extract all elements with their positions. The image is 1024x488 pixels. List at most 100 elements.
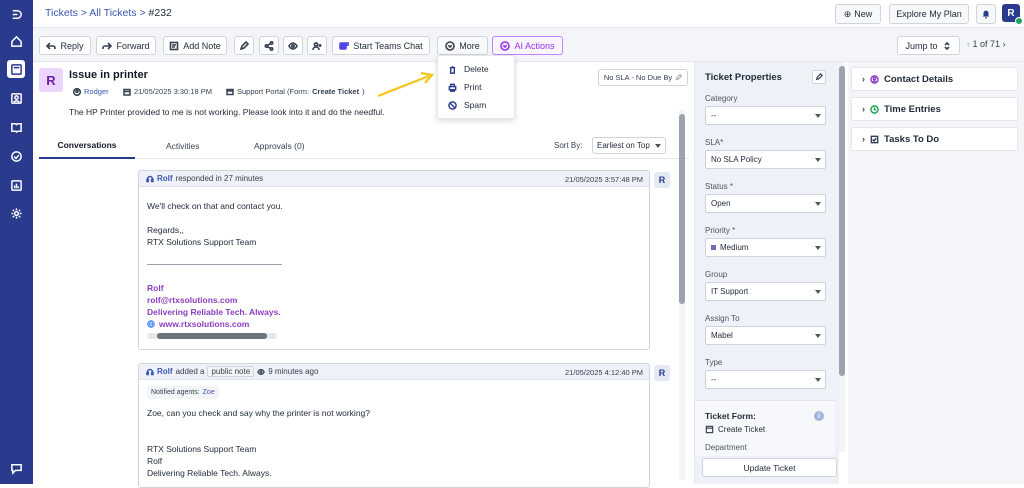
notified-agents: Notified agents: Zoe — [147, 386, 219, 399]
printer-icon — [448, 83, 457, 92]
tab-conversations[interactable]: Conversations — [39, 132, 135, 159]
type-value: -- — [711, 375, 717, 384]
source-text: Support Portal (Form: — [237, 87, 310, 96]
edit-button[interactable] — [234, 36, 254, 55]
contacts-icon[interactable] — [7, 89, 25, 107]
priority-value: Medium — [720, 243, 749, 252]
properties-scrollbar-thumb[interactable] — [839, 66, 845, 376]
tab-approvals[interactable]: Approvals (0) — [254, 132, 305, 159]
ticket-description: The HP Printer provided to me is not wor… — [69, 107, 385, 117]
menu-item-print[interactable]: Print — [448, 80, 481, 94]
notified-label: Notified agents: — [151, 389, 200, 396]
start-teams-chat-button[interactable]: Start Teams Chat — [332, 36, 430, 55]
logo-icon[interactable] — [7, 5, 25, 23]
ai-actions-label: AI Actions — [514, 40, 555, 51]
home-icon[interactable] — [7, 32, 25, 50]
conversation-action: responded in 27 minutes — [175, 174, 264, 183]
priority-color-icon — [711, 245, 716, 250]
requester-avatar: R — [39, 68, 63, 92]
accordion-contact-details[interactable]: › Contact Details — [851, 67, 1018, 91]
reports-icon[interactable] — [7, 176, 25, 194]
priority-select[interactable]: Medium — [705, 238, 826, 257]
agent-avatar: R — [654, 365, 670, 381]
sla-badge[interactable]: No SLA - No Due By — [598, 69, 688, 86]
forward-button[interactable]: Forward — [96, 36, 156, 55]
caret-down-icon — [655, 144, 661, 148]
calendar-icon — [123, 88, 131, 96]
breadcrumb-separator: > — [80, 7, 87, 19]
update-ticket-button[interactable]: Update Ticket — [702, 458, 837, 477]
group-select[interactable]: IT Support — [705, 282, 826, 301]
jump-to-button[interactable]: Jump to — [897, 36, 960, 55]
accordion-tasks-to-do[interactable]: › Tasks To Do — [851, 127, 1018, 151]
user-avatar[interactable]: R — [1002, 4, 1023, 25]
notified-agent[interactable]: Zoe — [203, 389, 215, 396]
properties-scrollbar[interactable] — [839, 62, 845, 452]
created-meta: 21/05/2025 3:30:18 PM — [123, 87, 212, 96]
add-note-label: Add Note — [183, 40, 221, 51]
conversation-author[interactable]: Rolf — [157, 367, 173, 376]
notifications-button[interactable] — [976, 4, 996, 24]
conversation-time: 21/05/2025 4:12:40 PM — [565, 368, 643, 377]
ai-actions-button[interactable]: AI Actions — [492, 36, 563, 55]
more-button[interactable]: More — [437, 36, 488, 55]
add-user-icon — [312, 41, 322, 50]
breadcrumb-tickets[interactable]: Tickets — [45, 7, 78, 19]
reply-button[interactable]: Reply — [39, 36, 91, 55]
conversation-author[interactable]: Rolf — [157, 174, 173, 183]
category-select[interactable]: -- — [705, 106, 826, 125]
eye-icon — [257, 368, 266, 375]
menu-item-delete[interactable]: Delete — [448, 62, 489, 76]
form-icon — [705, 425, 714, 434]
tab-activities[interactable]: Activities — [166, 132, 200, 159]
field-label: Priority * — [705, 226, 736, 235]
chevron-right-icon: › — [862, 74, 865, 84]
edit-properties-button[interactable] — [812, 70, 826, 84]
knowledge-base-icon[interactable] — [7, 118, 25, 136]
next-ticket-icon[interactable]: › — [1003, 39, 1006, 49]
agent-avatar: R — [654, 172, 670, 188]
breadcrumb-all-tickets[interactable]: All Tickets — [89, 7, 136, 19]
horizontal-scrollbar-thumb[interactable] — [157, 333, 267, 339]
horizontal-scrollbar[interactable] — [147, 333, 277, 339]
prev-ticket-icon[interactable]: ‹ — [967, 39, 970, 49]
assign-to-select[interactable]: Mabel — [705, 326, 826, 345]
tickets-icon[interactable] — [7, 60, 25, 78]
headset-icon — [146, 368, 154, 375]
requester-name[interactable]: Rodger — [84, 87, 109, 96]
signature-email[interactable]: rolf@rtxsolutions.com — [147, 295, 237, 305]
plus-circle-icon: ⊕ — [843, 8, 852, 19]
main-vertical-scrollbar[interactable] — [679, 110, 685, 480]
signature-name: Rolf — [147, 283, 164, 293]
requester-meta[interactable]: Rodger — [73, 87, 109, 96]
signature-website[interactable]: www.rtxsolutions.com — [147, 319, 249, 329]
accordion-time-entries[interactable]: › Time Entries — [851, 97, 1018, 121]
pager-count: 1 of 71 — [972, 39, 1001, 49]
new-button[interactable]: ⊕ New — [835, 4, 881, 24]
sla-value: No SLA Policy — [711, 155, 762, 164]
settings-icon[interactable] — [7, 204, 25, 222]
conversation-header: Rolf added a public note 9 minutes ago 2… — [139, 364, 649, 380]
sla-select[interactable]: No SLA Policy — [705, 150, 826, 169]
note-icon — [169, 41, 179, 50]
add-user-button[interactable] — [307, 36, 327, 55]
ai-sparkle-icon — [500, 40, 511, 51]
menu-item-spam[interactable]: Spam — [448, 98, 486, 112]
main-scrollbar-thumb[interactable] — [679, 114, 685, 304]
type-select[interactable]: -- — [705, 370, 826, 389]
block-icon — [448, 100, 457, 110]
tasks-icon[interactable] — [7, 147, 25, 165]
message-line: Zoe, can you check and say why the print… — [147, 408, 371, 418]
sort-select[interactable]: Earliest on Top — [592, 137, 666, 154]
conversation-card: Rolf responded in 27 minutes 21/05/2025 … — [138, 170, 650, 350]
ticket-form-value: Create Ticket — [705, 425, 765, 434]
add-note-button[interactable]: Add Note — [163, 36, 227, 55]
chat-icon[interactable] — [7, 459, 25, 477]
forward-label: Forward — [116, 40, 150, 51]
explore-plan-button[interactable]: Explore My Plan — [889, 4, 969, 24]
info-icon[interactable]: i — [814, 411, 824, 421]
share-button[interactable] — [259, 36, 279, 55]
teams-icon — [339, 41, 350, 50]
watch-button[interactable] — [283, 36, 303, 55]
status-select[interactable]: Open — [705, 194, 826, 213]
